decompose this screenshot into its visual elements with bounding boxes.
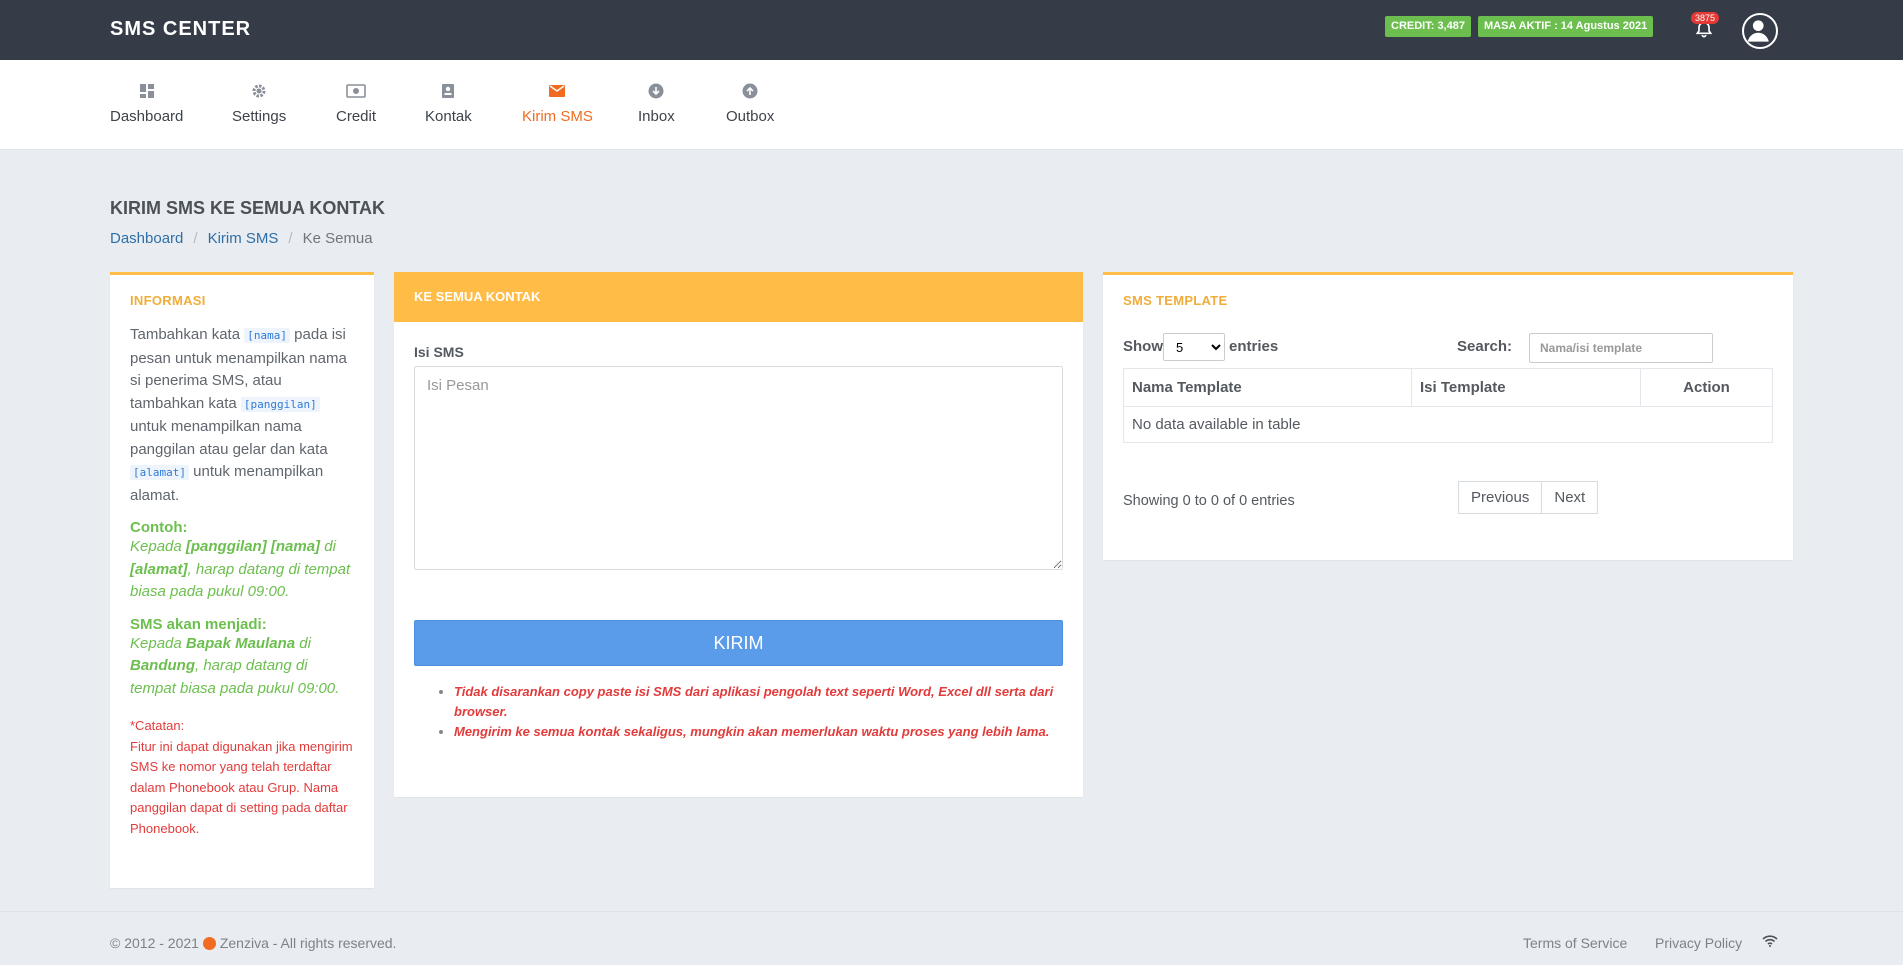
nav-item-dashboard[interactable]: Dashboard (110, 82, 183, 125)
upload-icon (742, 83, 758, 99)
template-table: Nama Template Isi Template Action No dat… (1123, 368, 1773, 443)
user-icon (1747, 20, 1769, 42)
nav-item-label: Outbox (726, 108, 775, 125)
money-icon (346, 84, 366, 98)
footer: © 2012 - 2021 Zenziva - All rights reser… (0, 911, 1903, 965)
result-label: SMS akan menjadi: (130, 615, 267, 633)
empty-table-message: No data available in table (1123, 406, 1773, 443)
entries-label: entries (1229, 338, 1279, 355)
nav-item-inbox[interactable]: Inbox (638, 82, 675, 125)
table-summary: Showing 0 to 0 of 0 entries (1123, 493, 1295, 509)
nav-item-label: Kontak (425, 108, 472, 125)
breadcrumb-separator: / (288, 230, 293, 247)
compose-header: KE SEMUA KONTAK (394, 272, 1083, 322)
zenziva-logo-icon (202, 937, 216, 950)
breadcrumb-kirim-sms[interactable]: Kirim SMS (208, 230, 279, 247)
sms-template-panel: SMS TEMPLATE Show 5 entries Search: Nama… (1103, 272, 1793, 560)
tag-nama: [nama] (244, 328, 290, 343)
note-label: *Catatan: (130, 718, 185, 733)
compose-panel: KE SEMUA KONTAK Isi SMS KIRIM Tidak disa… (394, 272, 1083, 797)
nav-item-credit[interactable]: Credit (336, 82, 376, 125)
template-title: SMS TEMPLATE (1123, 293, 1228, 308)
top-bar: SMS CENTER CREDIT: 3,487 MASA AKTIF : 14… (0, 0, 1903, 60)
gear-icon (252, 84, 266, 98)
nav-item-outbox[interactable]: Outbox (726, 82, 774, 125)
notification-count-badge: 3875 (1691, 12, 1720, 24)
note: *Catatan: Fitur ini dapat digunakan jika… (130, 716, 354, 839)
info-title: INFORMASI (130, 293, 206, 308)
nav-item-label: Credit (336, 108, 377, 125)
contact-icon (442, 84, 455, 98)
user-avatar[interactable] (1742, 13, 1778, 49)
send-button[interactable]: KIRIM (414, 620, 1063, 666)
wifi-icon (1762, 935, 1778, 947)
copyright: © 2012 - 2021 Zenziva - All rights reser… (110, 935, 397, 951)
example-label: Contoh: (130, 519, 188, 536)
download-icon (648, 83, 664, 99)
sms-body-label: Isi SMS (414, 344, 464, 360)
result-text: Kepada Bapak Maulana di Bandung, harap d… (130, 634, 340, 697)
info-panel: INFORMASI Tambahkan kata [nama] pada isi… (110, 272, 374, 888)
info-description: Tambahkan kata [nama] pada isi pesan unt… (130, 326, 347, 504)
tag-panggilan: [panggilan] (240, 396, 320, 412)
table-controls: Show 5 entries Search: (1123, 333, 1773, 363)
warning-list: Tidak disarankan copy paste isi SMS dari… (454, 682, 1058, 742)
sms-body-input[interactable] (414, 366, 1063, 570)
breadcrumb: Dashboard / Kirim SMS / Ke Semua (110, 230, 373, 247)
column-header-isi[interactable]: Isi Template (1411, 368, 1641, 407)
pagination: Previous Next (1458, 481, 1599, 514)
nav-item-label: Kirim SMS (522, 108, 593, 125)
dashboard-icon (139, 84, 154, 98)
nav-item-label: Settings (232, 108, 287, 125)
warning-item: Mengirim ke semua kontak sekaligus, mung… (454, 722, 1058, 742)
nav-item-kontak[interactable]: Kontak (425, 82, 472, 125)
page-title: KIRIM SMS KE SEMUA KONTAK (110, 198, 386, 218)
search-label: Search: (1457, 338, 1513, 355)
credit-badge: CREDIT: 3,487 (1385, 16, 1471, 37)
brand-title: SMS CENTER (110, 18, 252, 40)
nav-item-kirim-sms[interactable]: Kirim SMS (522, 82, 593, 125)
warning-item: Tidak disarankan copy paste isi SMS dari… (454, 682, 1058, 722)
breadcrumb-dashboard[interactable]: Dashboard (110, 230, 183, 247)
nav-item-label: Inbox (638, 108, 675, 125)
table-row: No data available in table (1123, 406, 1773, 443)
nav-item-settings[interactable]: Settings (232, 82, 286, 125)
nav-item-label: Dashboard (110, 108, 184, 125)
main-navigation: Dashboard Settings Credit Kontak Kirim S… (0, 60, 1903, 150)
template-search-input[interactable] (1529, 333, 1713, 363)
page-size-select[interactable]: 5 (1163, 333, 1225, 361)
previous-page-button[interactable]: Previous (1458, 481, 1543, 514)
example-text: Kepada [panggilan] [nama] di [alamat], h… (130, 538, 351, 600)
note-text: Fitur ini dapat digunakan jika mengirim … (130, 738, 353, 836)
privacy-link[interactable]: Privacy Policy (1655, 935, 1742, 951)
column-header-action[interactable]: Action (1640, 368, 1773, 407)
show-label: Show (1123, 338, 1163, 355)
tag-alamat: [alamat] (130, 465, 189, 480)
next-page-button[interactable]: Next (1542, 481, 1599, 514)
table-header-row: Nama Template Isi Template Action (1123, 368, 1773, 407)
terms-link[interactable]: Terms of Service (1523, 935, 1627, 951)
breadcrumb-separator: / (193, 230, 198, 247)
breadcrumb-current: Ke Semua (302, 230, 373, 247)
envelope-icon (549, 85, 566, 97)
active-period-badge: MASA AKTIF : 14 Agustus 2021 (1478, 16, 1654, 37)
column-header-nama[interactable]: Nama Template (1123, 368, 1412, 407)
